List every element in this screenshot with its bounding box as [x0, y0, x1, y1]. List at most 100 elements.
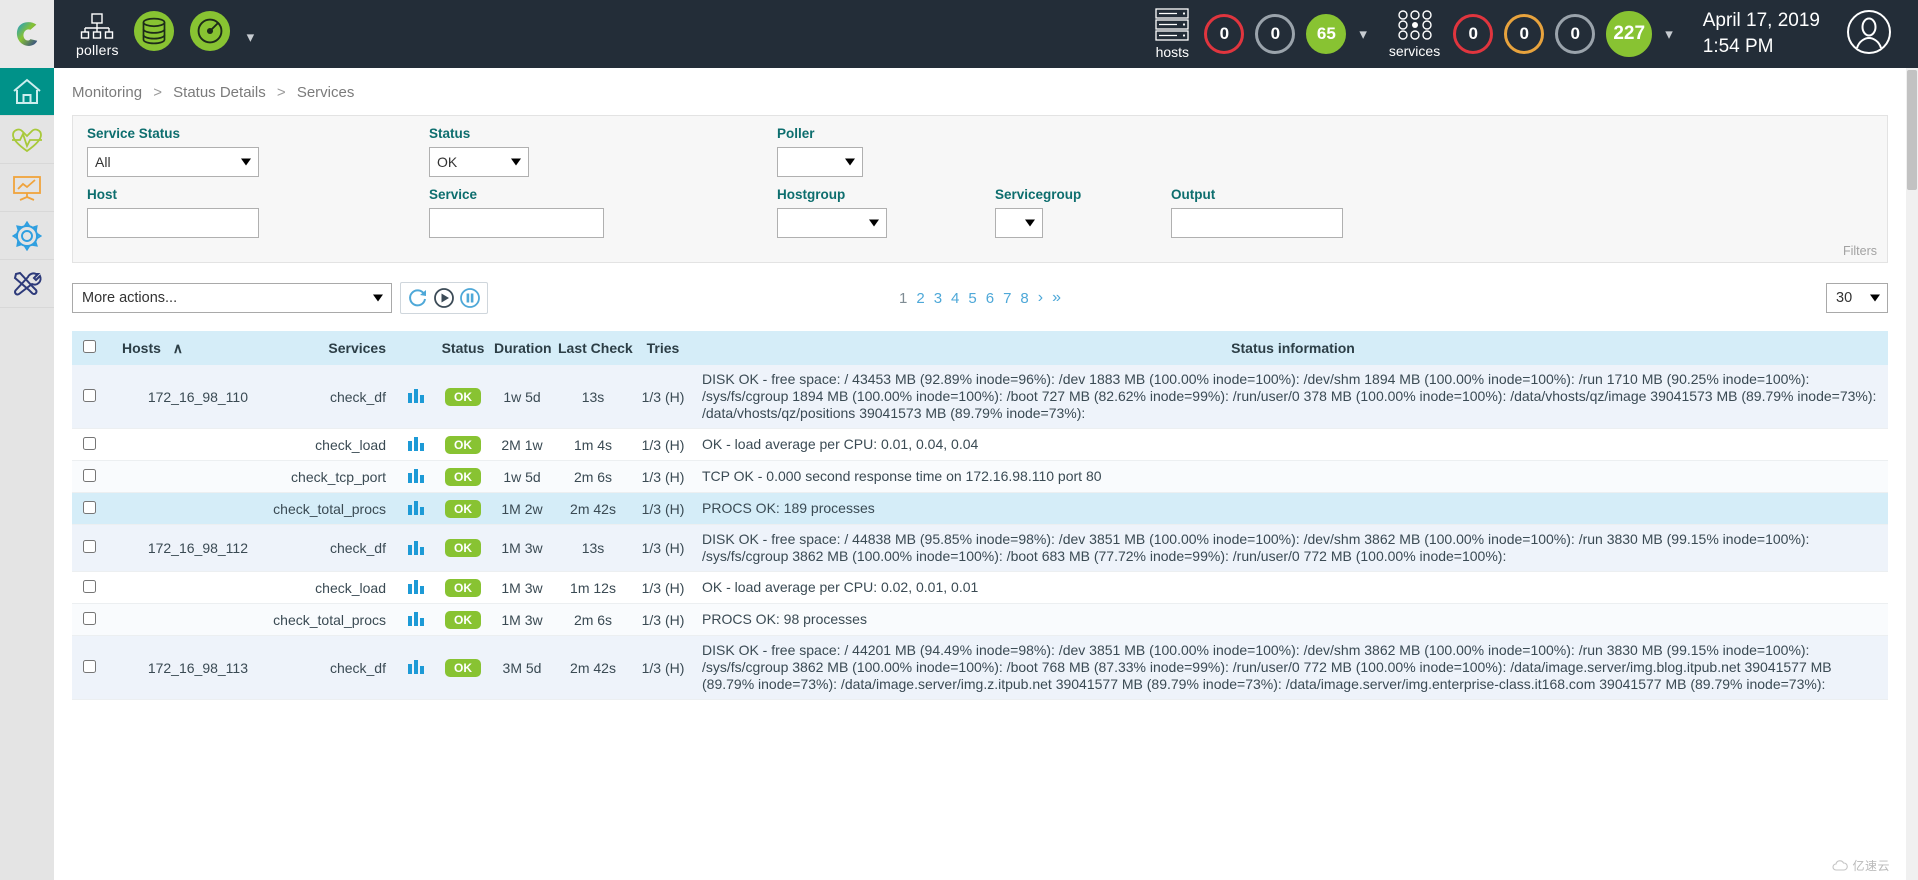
- scrollbar-thumb[interactable]: [1907, 70, 1917, 190]
- table-cell[interactable]: [72, 460, 106, 493]
- sidebar-item-configuration[interactable]: [0, 212, 54, 260]
- table-row[interactable]: 172_16_98_110 check_df OK 1w 5d 13s 1/3 (H) DI…: [72, 365, 1888, 429]
- top-menu-chevron-down-icon[interactable]: ▾: [247, 28, 255, 46]
- row-checkbox[interactable]: [82, 579, 96, 593]
- pollers-menu[interactable]: pollers: [76, 13, 119, 58]
- output-input[interactable]: [1171, 208, 1343, 238]
- page-scrollbar[interactable]: [1906, 68, 1918, 880]
- table-cell[interactable]: [396, 428, 436, 461]
- graph-icon[interactable]: [407, 658, 425, 674]
- table-cell[interactable]: OK: [436, 524, 490, 572]
- sidebar-item-administration[interactable]: [0, 260, 54, 308]
- page-8[interactable]: 8: [1020, 290, 1028, 307]
- row-checkbox[interactable]: [82, 388, 96, 402]
- table-row[interactable]: 172_16_98_112 check_df OK 1M 3w 13s 1/3 (H) DI…: [72, 524, 1888, 572]
- user-menu-button[interactable]: [1846, 9, 1892, 60]
- graph-icon[interactable]: [407, 578, 425, 594]
- sidebar-item-reporting[interactable]: [0, 164, 54, 212]
- table-row[interactable]: check_tcp_port OK 1w 5d 2m 6s 1/3 (H) TCP OK …: [72, 460, 1888, 493]
- header-duration[interactable]: Duration: [490, 331, 554, 365]
- database-status-button[interactable]: [133, 10, 175, 52]
- services-chevron-down-icon[interactable]: ▾: [1665, 25, 1673, 43]
- table-cell[interactable]: OK: [436, 571, 490, 604]
- hosts-header[interactable]: hosts: [1153, 8, 1191, 60]
- service-status-select[interactable]: All: [87, 147, 259, 177]
- status-select[interactable]: OK: [429, 147, 529, 177]
- host-input[interactable]: [87, 208, 259, 238]
- hosts-down-count[interactable]: 0: [1204, 14, 1245, 54]
- next-page-icon[interactable]: ›: [1038, 289, 1043, 307]
- graph-icon[interactable]: [407, 610, 425, 626]
- more-actions-select[interactable]: More actions...: [72, 283, 392, 313]
- services-warning-count[interactable]: 0: [1504, 14, 1545, 54]
- table-row[interactable]: check_total_procs OK 1M 2w 2m 42s 1/3 (H) PRO…: [72, 492, 1888, 525]
- table-row[interactable]: check_total_procs OK 1M 3w 2m 6s 1/3 (H) PROC…: [72, 603, 1888, 636]
- page-7[interactable]: 7: [1003, 290, 1011, 307]
- table-cell[interactable]: OK: [436, 428, 490, 461]
- sidebar-item-monitoring[interactable]: [0, 116, 54, 164]
- last-page-icon[interactable]: »: [1052, 289, 1061, 307]
- table-cell[interactable]: [396, 492, 436, 525]
- app-logo[interactable]: [0, 0, 54, 68]
- row-checkbox[interactable]: [82, 500, 96, 514]
- page-6[interactable]: 6: [986, 290, 994, 307]
- table-row[interactable]: 172_16_98_113 check_df OK 3M 5d 2m 42s 1/3 (H…: [72, 635, 1888, 700]
- table-cell[interactable]: [72, 571, 106, 604]
- breadcrumb-item-services[interactable]: Services: [297, 84, 355, 101]
- graph-icon[interactable]: [407, 499, 425, 515]
- filters-tag-label[interactable]: Filters: [1843, 244, 1877, 258]
- table-cell[interactable]: [396, 460, 436, 493]
- table-cell[interactable]: [72, 524, 106, 572]
- table-row[interactable]: check_load OK 2M 1w 1m 4s 1/3 (H) OK - load a…: [72, 428, 1888, 461]
- row-checkbox[interactable]: [82, 659, 96, 673]
- table-cell[interactable]: [72, 428, 106, 461]
- header-hosts[interactable]: Hosts ∧: [106, 331, 256, 365]
- hosts-unreachable-count[interactable]: 0: [1255, 14, 1296, 54]
- services-critical-count[interactable]: 0: [1453, 14, 1494, 54]
- breadcrumb-item-monitoring[interactable]: Monitoring: [72, 84, 142, 101]
- per-page-select[interactable]: 30: [1826, 283, 1888, 313]
- pause-icon[interactable]: [459, 287, 481, 309]
- hosts-chevron-down-icon[interactable]: ▾: [1359, 25, 1367, 43]
- row-checkbox[interactable]: [82, 436, 96, 450]
- hosts-up-count[interactable]: 65: [1306, 14, 1347, 54]
- select-all-checkbox[interactable]: [82, 340, 96, 353]
- header-tries[interactable]: Tries: [632, 331, 694, 365]
- row-checkbox[interactable]: [82, 468, 96, 482]
- graph-icon[interactable]: [407, 435, 425, 451]
- table-row[interactable]: check_load OK 1M 3w 1m 12s 1/3 (H) OK - load …: [72, 571, 1888, 604]
- table-cell[interactable]: OK: [436, 365, 490, 429]
- play-icon[interactable]: [433, 287, 455, 309]
- header-status-information[interactable]: Status information: [694, 331, 1888, 365]
- table-cell[interactable]: OK: [436, 492, 490, 525]
- page-4[interactable]: 4: [951, 290, 959, 307]
- graph-icon[interactable]: [407, 467, 425, 483]
- page-2[interactable]: 2: [916, 290, 924, 307]
- refresh-icon[interactable]: [407, 287, 429, 309]
- table-cell[interactable]: OK: [436, 603, 490, 636]
- header-services[interactable]: Services: [256, 331, 396, 365]
- header-status[interactable]: Status: [436, 331, 490, 365]
- table-cell[interactable]: OK: [436, 460, 490, 493]
- services-header[interactable]: services: [1389, 9, 1440, 59]
- service-input[interactable]: [429, 208, 604, 238]
- page-3[interactable]: 3: [934, 290, 942, 307]
- servicegroup-select[interactable]: [995, 208, 1043, 238]
- table-cell[interactable]: [72, 603, 106, 636]
- table-cell[interactable]: [72, 365, 106, 429]
- services-ok-count[interactable]: 227: [1606, 11, 1653, 57]
- graph-icon[interactable]: [407, 387, 425, 403]
- poller-select[interactable]: [777, 147, 863, 177]
- row-checkbox[interactable]: [82, 540, 96, 553]
- table-cell[interactable]: [396, 603, 436, 636]
- sidebar-item-home[interactable]: [0, 68, 54, 116]
- table-cell[interactable]: [72, 635, 106, 700]
- row-checkbox[interactable]: [82, 611, 96, 625]
- breadcrumb-item-status-details[interactable]: Status Details: [173, 84, 266, 101]
- table-cell[interactable]: [396, 571, 436, 604]
- page-5[interactable]: 5: [968, 290, 976, 307]
- graph-icon[interactable]: [407, 539, 425, 555]
- page-1[interactable]: 1: [899, 290, 907, 307]
- header-last-check[interactable]: Last Check: [554, 331, 633, 365]
- table-cell[interactable]: [396, 365, 436, 429]
